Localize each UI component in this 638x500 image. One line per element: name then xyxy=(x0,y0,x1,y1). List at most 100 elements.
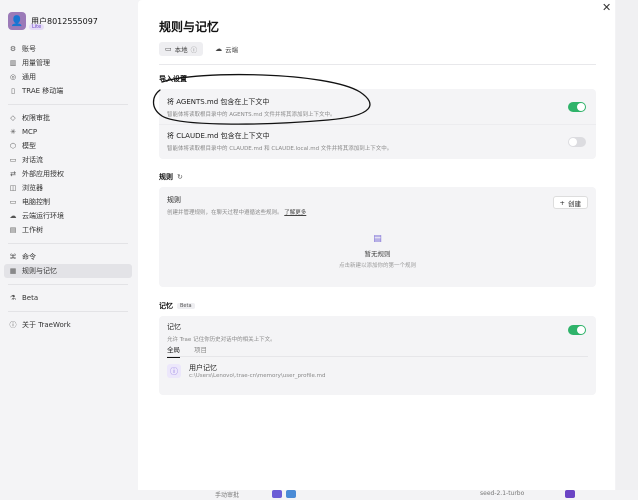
sidebar-item-label: 电脑控制 xyxy=(22,198,50,206)
sidebar-item[interactable]: ✳ MCP xyxy=(4,125,132,139)
plus-icon: + xyxy=(559,198,565,207)
mode-chip[interactable] xyxy=(286,490,296,498)
tab-cloud-label: 云端 xyxy=(225,46,239,54)
settings-icon: ◎ xyxy=(9,73,17,81)
chart-icon: ▥ xyxy=(9,59,17,67)
sidebar-item[interactable]: ▭ 电脑控制 xyxy=(4,195,132,209)
sidebar-item[interactable]: ▭ 对话流 xyxy=(4,153,132,167)
rules-desc-text: 创建并管理规则，在聊天过程中遵循这些规则。 xyxy=(167,210,283,216)
cloud-icon: ☁ xyxy=(9,212,17,220)
sidebar-item[interactable]: ▦ 规则与记忆 xyxy=(4,264,132,278)
create-rule-button[interactable]: + 创建 xyxy=(552,196,588,209)
sidebar-item-label: MCP xyxy=(22,128,38,136)
memory-item-path: c:\Users\Lenovo\.trae-cn\memory\user_pro… xyxy=(189,373,326,379)
model-selector[interactable]: seed-2.1-turbo xyxy=(480,490,524,497)
gear-icon: ⚙ xyxy=(9,45,17,53)
toggle-knob xyxy=(577,326,585,334)
sidebar-divider xyxy=(8,284,128,285)
memory-card-desc: 允许 Trae 记住你历史对话中的相关上下文。 xyxy=(167,337,276,343)
claude-row: 将 CLAUDE.md 包含在上下文中 智能体将读取根目录中的 CLAUDE.m… xyxy=(167,131,392,152)
sidebar-item[interactable]: ◇ 权限审批 xyxy=(4,111,132,125)
send-button[interactable] xyxy=(565,490,575,498)
avatar: 👤 xyxy=(8,12,26,30)
shield-icon: ◇ xyxy=(10,114,16,122)
sidebar-item-label: 浏览器 xyxy=(22,184,43,192)
memory-title: 记忆 xyxy=(159,302,173,310)
sidebar-item[interactable]: ⌘ 命令 xyxy=(4,250,132,264)
sidebar-divider xyxy=(8,311,128,312)
sidebar-nav: ⚙ 账号 ▥ 用量管理 ◎ 通用 ▯ TRAE 移动端 ◇ 权限审批 ✳ MCP ⬡ 模型 ▭ 对话流 ⇄ 外部应… xyxy=(4,42,132,332)
sidebar-item-label: 对话流 xyxy=(22,156,43,164)
row-divider xyxy=(159,124,596,125)
sidebar-item[interactable]: ⓘ 关于 TraeWork xyxy=(4,318,132,332)
agents-row: 将 AGENTS.md 包含在上下文中 智能体将读取根目录中的 AGENTS.m… xyxy=(167,97,335,118)
mcp-icon: ✳ xyxy=(10,128,16,136)
plan-badge: Lite xyxy=(29,24,45,30)
import-card: 将 AGENTS.md 包含在上下文中 智能体将读取根目录中的 AGENTS.m… xyxy=(159,89,596,159)
sidebar-item-label: 模型 xyxy=(22,142,36,150)
refresh-icon[interactable]: ↻ xyxy=(177,173,183,181)
folder-icon: ▤ xyxy=(9,226,17,234)
tabs-divider xyxy=(159,64,596,65)
memory-item-title[interactable]: 用户记忆 xyxy=(189,363,217,373)
sidebar-item[interactable]: ⚙ 账号 xyxy=(4,42,132,56)
sidebar-item-label: 账号 xyxy=(22,45,36,53)
empty-desc: 点击新建以添加你的第一个规则 xyxy=(338,263,416,269)
sidebar-divider xyxy=(8,243,128,244)
tab-local[interactable]: ▭ 本地 ⓘ xyxy=(159,42,204,56)
create-label: 创建 xyxy=(568,199,581,208)
memory-header: 记忆 允许 Trae 记住你历史对话中的相关上下文。 xyxy=(167,322,276,343)
chat-icon: ▭ xyxy=(9,156,17,164)
info-icon: ⓘ xyxy=(9,321,17,329)
claude-toggle[interactable] xyxy=(568,137,586,147)
memory-toggle[interactable] xyxy=(568,325,586,335)
cube-icon: ⬡ xyxy=(9,142,17,150)
import-section-title: 导入设置 xyxy=(159,75,187,83)
toggle-knob xyxy=(577,103,585,111)
sidebar-item-label: TRAE 移动端 xyxy=(22,87,64,95)
rules-empty-state: ▤ 暂无规则 点击新建以添加你的第一个规则 xyxy=(159,234,596,269)
memory-item-icon: ⓘ xyxy=(167,364,181,378)
sidebar-item[interactable]: ▤ 工作树 xyxy=(4,223,132,237)
learn-more-link[interactable]: 了解更多 xyxy=(284,210,306,216)
tab-cloud[interactable]: ☁ 云端 xyxy=(209,42,244,56)
beta-badge: Beta xyxy=(177,303,195,309)
sidebar-item[interactable]: ⬡ 模型 xyxy=(4,139,132,153)
settings-window: 👤 用户8012555097 Lite ⚙ 账号 ▥ 用量管理 ◎ 通用 ▯ TRAE 移动端… xyxy=(0,0,615,490)
sidebar-item-label: 通用 xyxy=(22,73,36,81)
phone-icon: ▯ xyxy=(11,87,15,95)
sidebar-item-label: 外部应用授权 xyxy=(22,170,64,178)
monitor-icon: ▭ xyxy=(165,45,172,53)
sidebar-item-label: Beta xyxy=(22,294,39,302)
rules-icon: ▦ xyxy=(9,267,17,275)
claude-desc: 智能体将读取根目录中的 CLAUDE.md 和 CLAUDE.local.md … xyxy=(167,146,393,152)
agents-desc: 智能体将读取根目录中的 AGENTS.md 文件并将其添加到上下文中。 xyxy=(167,112,336,118)
sidebar-item[interactable]: ⚗ Beta xyxy=(4,291,132,305)
rules-section-title: 规则 ↻ xyxy=(159,172,183,182)
sidebar-item[interactable]: ◎ 通用 xyxy=(4,70,132,84)
approval-mode[interactable]: 手动审批 xyxy=(215,490,239,499)
sidebar-item-label: 命令 xyxy=(22,253,36,261)
agents-toggle[interactable] xyxy=(568,102,586,112)
rules-header: 规则 创建并管理规则，在聊天过程中遵循这些规则。 了解更多 xyxy=(167,195,306,216)
rules-empty-icon: ▤ xyxy=(373,234,382,244)
sidebar-item[interactable]: ☁ 云端运行环境 xyxy=(4,209,132,223)
memory-card-title: 记忆 xyxy=(167,323,181,331)
sidebar-item[interactable]: ▯ TRAE 移动端 xyxy=(4,84,132,98)
user-profile[interactable]: 👤 用户8012555097 xyxy=(8,12,98,30)
monitor-icon: ▭ xyxy=(9,198,17,206)
rules-card-title: 规则 xyxy=(167,196,181,204)
sidebar-item[interactable]: ◫ 浏览器 xyxy=(4,181,132,195)
mode-chip[interactable] xyxy=(272,490,282,498)
sidebar-item-label: 云端运行环境 xyxy=(22,212,64,220)
close-icon[interactable]: ✕ xyxy=(602,1,611,14)
scope-tabs: ▭ 本地 ⓘ ☁ 云端 xyxy=(159,42,244,56)
sidebar-item-label: 权限审批 xyxy=(22,114,50,122)
main-panel: 规则与记忆 ▭ 本地 ⓘ ☁ 云端 导入设置 将 AGENTS.md 包含在上下… xyxy=(138,0,615,490)
flask-icon: ⚗ xyxy=(9,294,17,302)
browser-icon: ◫ xyxy=(9,184,17,192)
sidebar-item[interactable]: ▥ 用量管理 xyxy=(4,56,132,70)
memory-card: 记忆 允许 Trae 记住你历史对话中的相关上下文。 全局 项目 ⓘ 用户记忆 … xyxy=(159,316,596,395)
sidebar-item[interactable]: ⇄ 外部应用授权 xyxy=(4,167,132,181)
toggle-knob xyxy=(569,138,577,146)
